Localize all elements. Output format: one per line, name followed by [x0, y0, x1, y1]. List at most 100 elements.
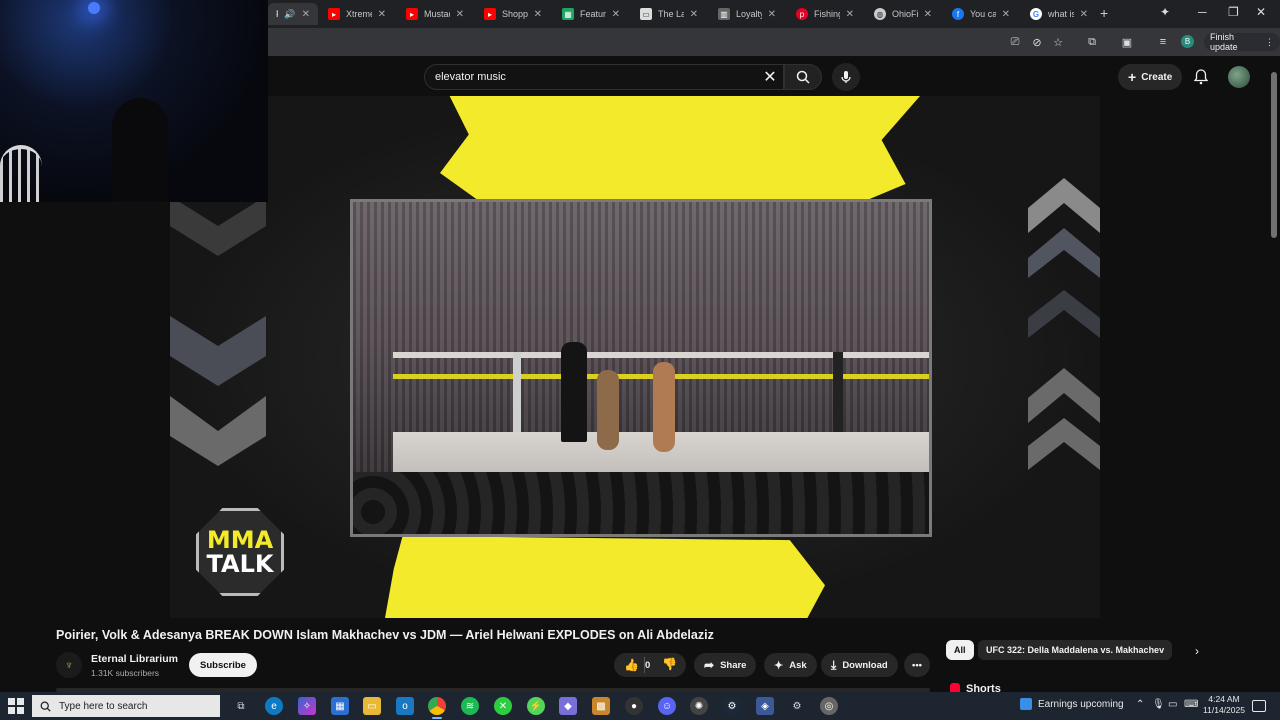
tab-2[interactable]: ▸ Xtreme ✕: [320, 3, 394, 25]
tab-9[interactable]: ◍ OhioFisl ✕: [866, 3, 940, 25]
webcam-overlay: [0, 0, 268, 202]
search-button[interactable]: [784, 64, 822, 90]
store-icon[interactable]: ▦: [331, 697, 349, 715]
extensions-icon[interactable]: ⧉: [1084, 34, 1100, 50]
profile-avatar[interactable]: B: [1181, 35, 1194, 48]
spotify-icon[interactable]: ≋: [461, 697, 479, 715]
app-icon-10[interactable]: ▩: [592, 697, 610, 715]
ask-button[interactable]: ✦ Ask: [764, 653, 817, 677]
create-button[interactable]: + Create: [1118, 64, 1183, 90]
more-actions-button[interactable]: •••: [904, 653, 930, 677]
eye-off-icon[interactable]: ⊘: [1029, 34, 1045, 50]
window-close-button[interactable]: ✕: [1256, 5, 1266, 19]
notifications-button[interactable]: [1190, 66, 1212, 88]
sparkle-icon: ✦: [774, 659, 784, 672]
tab-7[interactable]: ▥ Loyalty ✕: [710, 3, 784, 25]
task-view-icon[interactable]: ⧉: [232, 697, 250, 715]
close-icon[interactable]: ✕: [302, 9, 310, 20]
file-explorer-icon[interactable]: ▭: [363, 697, 381, 715]
download-button[interactable]: ⤓ Download: [821, 653, 898, 677]
channel-avatar[interactable]: ♆: [56, 652, 82, 678]
channel-name[interactable]: Eternal Librarium: [91, 653, 178, 665]
ai-sparkle-icon[interactable]: ✦: [1160, 5, 1170, 19]
tab-8[interactable]: p Fishing ✕: [788, 3, 862, 25]
tab-active[interactable]: Poirier 🔊 ✕: [268, 3, 318, 25]
tab-3[interactable]: ▸ Mustad ✕: [398, 3, 472, 25]
earnings-widget[interactable]: Earnings upcoming: [1020, 698, 1124, 710]
new-tab-button[interactable]: +: [1100, 5, 1108, 21]
bell-icon: [1194, 69, 1208, 85]
settings-icon[interactable]: ⚙: [788, 697, 806, 715]
close-icon[interactable]: ✕: [378, 9, 386, 20]
tab-4[interactable]: ▸ Shoppin ✕: [476, 3, 550, 25]
finish-update-button[interactable]: Finish update ⋮: [1204, 32, 1280, 52]
download-label: Download: [842, 659, 888, 671]
outlook-icon[interactable]: o: [396, 697, 414, 715]
close-icon[interactable]: ✕: [1080, 9, 1088, 20]
chair: [0, 145, 42, 202]
tab-11[interactable]: G what is ✕: [1022, 3, 1096, 25]
app-icon-15[interactable]: ◈: [756, 697, 774, 715]
tab-6[interactable]: ▭ The Lan ✕: [632, 3, 706, 25]
close-icon[interactable]: ✕: [534, 9, 542, 20]
keyboard-icon[interactable]: ⌨: [1184, 699, 1198, 710]
app-icon-11[interactable]: ●: [625, 697, 643, 715]
discord-icon[interactable]: ☺: [658, 697, 676, 715]
chevron-up-icon[interactable]: ⌃: [1136, 699, 1144, 710]
app-icon-9[interactable]: ◆: [559, 697, 577, 715]
create-label: Create: [1141, 71, 1173, 83]
chevron-right-icon[interactable]: ›: [1188, 642, 1206, 660]
speaker-icon[interactable]: 🔊: [284, 9, 295, 20]
taskbar-clock[interactable]: 4:24 AM 11/14/2025: [1198, 694, 1250, 716]
close-icon[interactable]: ✕: [768, 9, 776, 20]
tab-5[interactable]: ▦ Featured ✕: [554, 3, 628, 25]
close-icon[interactable]: ✕: [924, 9, 932, 20]
tab-label: OhioFisl: [892, 9, 918, 19]
windows-start-icon[interactable]: [8, 698, 24, 714]
close-icon[interactable]: ✕: [456, 9, 464, 20]
display-icon[interactable]: ▭: [1168, 699, 1177, 710]
scrollbar-thumb[interactable]: [1271, 72, 1277, 238]
taskbar-search-input[interactable]: Type here to search: [32, 695, 220, 717]
clear-search-icon[interactable]: ✕: [760, 67, 780, 87]
search-input[interactable]: elevator music: [424, 64, 784, 90]
app-icon-17[interactable]: ◎: [820, 697, 838, 715]
cast-icon[interactable]: ⎚: [1007, 34, 1023, 50]
split-view-icon[interactable]: ▣: [1119, 34, 1135, 50]
media-queue-icon[interactable]: ≡: [1155, 34, 1171, 50]
copilot-icon[interactable]: ✧: [298, 697, 316, 715]
notification-icon[interactable]: [1252, 700, 1266, 712]
xbox-icon[interactable]: ✕: [494, 697, 512, 715]
google-icon: G: [1030, 8, 1042, 20]
close-icon[interactable]: ✕: [612, 9, 620, 20]
microphone-icon[interactable]: 🎙: [1152, 699, 1165, 710]
close-icon[interactable]: ✕: [846, 9, 854, 20]
star-icon[interactable]: ☆: [1050, 34, 1066, 50]
restore-button[interactable]: ❐: [1228, 5, 1239, 19]
taskbar-search-placeholder: Type here to search: [59, 700, 148, 712]
screen: Poirier 🔊 ✕ ▸ Xtreme ✕ ▸ Mustad ✕ ▸ Shop…: [0, 0, 1280, 720]
minimize-button[interactable]: ─: [1198, 5, 1207, 19]
subscribe-button[interactable]: Subscribe: [189, 653, 257, 677]
like-button[interactable]: 👍 0: [624, 658, 650, 672]
video-player[interactable]: MMA TALK: [170, 96, 1100, 618]
search-icon: [796, 70, 810, 84]
close-icon[interactable]: ✕: [1002, 9, 1010, 20]
search-icon: [40, 701, 51, 712]
chip-related[interactable]: UFC 322: Della Maddalena vs. Makhachev: [978, 640, 1173, 660]
dislike-button[interactable]: 👎: [662, 657, 677, 671]
app-icon-13[interactable]: ✺: [690, 697, 708, 715]
share-button[interactable]: ➦ Share: [694, 653, 757, 677]
green-app-icon[interactable]: ⚡: [527, 697, 545, 715]
steam-icon[interactable]: ⚙: [723, 697, 741, 715]
voice-search-button[interactable]: [832, 63, 860, 91]
account-avatar[interactable]: [1228, 66, 1250, 88]
logo-line-1: MMA: [206, 526, 274, 554]
close-icon[interactable]: ✕: [690, 9, 698, 20]
chip-all[interactable]: All: [946, 640, 974, 660]
tab-label: Shoppin: [502, 9, 528, 19]
chrome-icon[interactable]: [428, 697, 446, 719]
edge-icon[interactable]: e: [265, 697, 283, 715]
tab-10[interactable]: f You can ✕: [944, 3, 1018, 25]
page-scrollbar[interactable]: [1270, 62, 1278, 692]
